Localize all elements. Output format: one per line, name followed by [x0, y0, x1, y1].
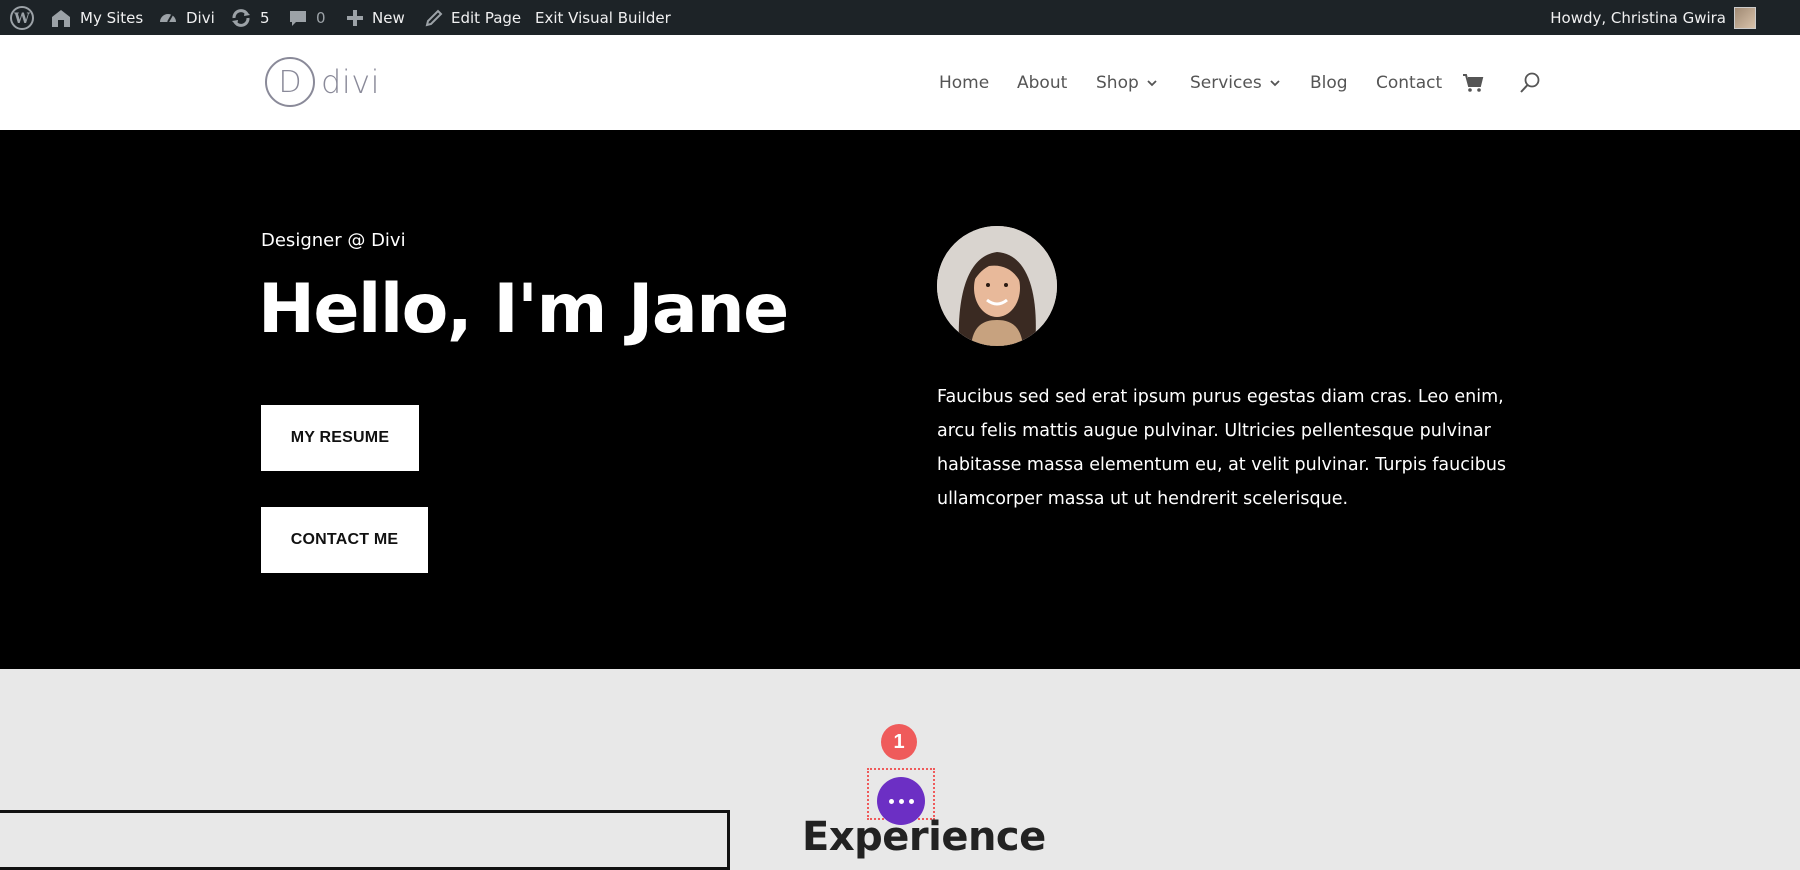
step-number-badge: 1	[881, 724, 917, 760]
my-resume-button[interactable]: MY RESUME	[261, 405, 419, 471]
my-sites-label: My Sites	[80, 8, 144, 27]
profile-photo	[937, 226, 1057, 346]
user-greeting: Howdy, Christina Gwira	[1550, 8, 1726, 27]
nav-blog[interactable]: Blog	[1310, 35, 1348, 130]
site-header: D divi Home About Shop Services Blog Con…	[0, 35, 1800, 130]
user-avatar	[1734, 6, 1756, 29]
nav-contact-label: Contact	[1376, 72, 1443, 93]
search-button[interactable]	[1519, 35, 1541, 130]
nav-blog-label: Blog	[1310, 72, 1348, 93]
nav-contact[interactable]: Contact	[1376, 35, 1442, 130]
exit-builder-label: Exit Visual Builder	[535, 8, 671, 27]
content-card	[0, 810, 730, 870]
nav-shop-label: Shop	[1096, 72, 1139, 93]
site-logo[interactable]: D divi	[265, 57, 380, 107]
new-content-menu[interactable]: New	[346, 0, 405, 35]
my-sites-menu[interactable]: My Sites	[50, 0, 143, 35]
dot-icon	[898, 798, 904, 804]
updates-icon	[232, 8, 250, 27]
dashboard-icon	[160, 13, 176, 22]
site-name-menu[interactable]: Divi	[158, 0, 215, 35]
contact-me-button[interactable]: CONTACT ME	[261, 507, 428, 573]
new-label: New	[372, 8, 405, 27]
site-name-label: Divi	[186, 8, 215, 27]
svg-text:W: W	[13, 11, 30, 27]
chevron-down-icon	[1147, 79, 1157, 86]
wordpress-logo-icon[interactable]: W	[10, 0, 34, 35]
nav-services-label: Services	[1190, 72, 1262, 93]
comments-count: 0	[316, 8, 326, 27]
hero-bio: Faucibus sed sed erat ipsum purus egesta…	[937, 387, 1507, 509]
pencil-icon	[425, 9, 443, 26]
hero-section: Designer @ Divi Hello, I'm Jane MY RESUM…	[0, 130, 1800, 669]
comments-menu[interactable]: 0	[288, 0, 326, 35]
my-sites-icon	[52, 9, 70, 27]
nav-home-label: Home	[939, 72, 990, 93]
admin-bar: W My Sites Divi 5 0 New Edit Page Exit V…	[0, 0, 1800, 35]
logo-mark: D	[265, 57, 315, 107]
edit-page-link[interactable]: Edit Page	[425, 0, 521, 35]
dot-icon	[888, 798, 894, 804]
search-icon	[1520, 72, 1540, 93]
edit-page-label: Edit Page	[451, 8, 522, 27]
experience-section: 1 Experience	[0, 669, 1800, 870]
updates-count: 5	[260, 8, 270, 27]
exit-visual-builder-link[interactable]: Exit Visual Builder	[535, 0, 671, 35]
nav-home[interactable]: Home	[939, 35, 989, 130]
logo-text: divi	[321, 63, 381, 101]
cart-button[interactable]	[1462, 35, 1484, 130]
nav-services[interactable]: Services	[1190, 35, 1281, 130]
nav-about[interactable]: About	[1017, 35, 1067, 130]
nav-about-label: About	[1017, 72, 1068, 93]
nav-shop[interactable]: Shop	[1096, 35, 1158, 130]
cart-icon	[1463, 73, 1484, 92]
experience-heading: Experience	[802, 814, 1046, 860]
hero-title: Hello, I'm Jane	[258, 270, 789, 349]
dot-icon	[908, 798, 914, 804]
user-account-menu[interactable]: Howdy, Christina Gwira	[1550, 0, 1756, 35]
hero-eyebrow: Designer @ Divi	[261, 230, 406, 251]
updates-menu[interactable]: 5	[230, 0, 270, 35]
chevron-down-icon	[1270, 79, 1280, 86]
comment-icon	[290, 10, 306, 26]
plus-icon	[347, 9, 363, 26]
